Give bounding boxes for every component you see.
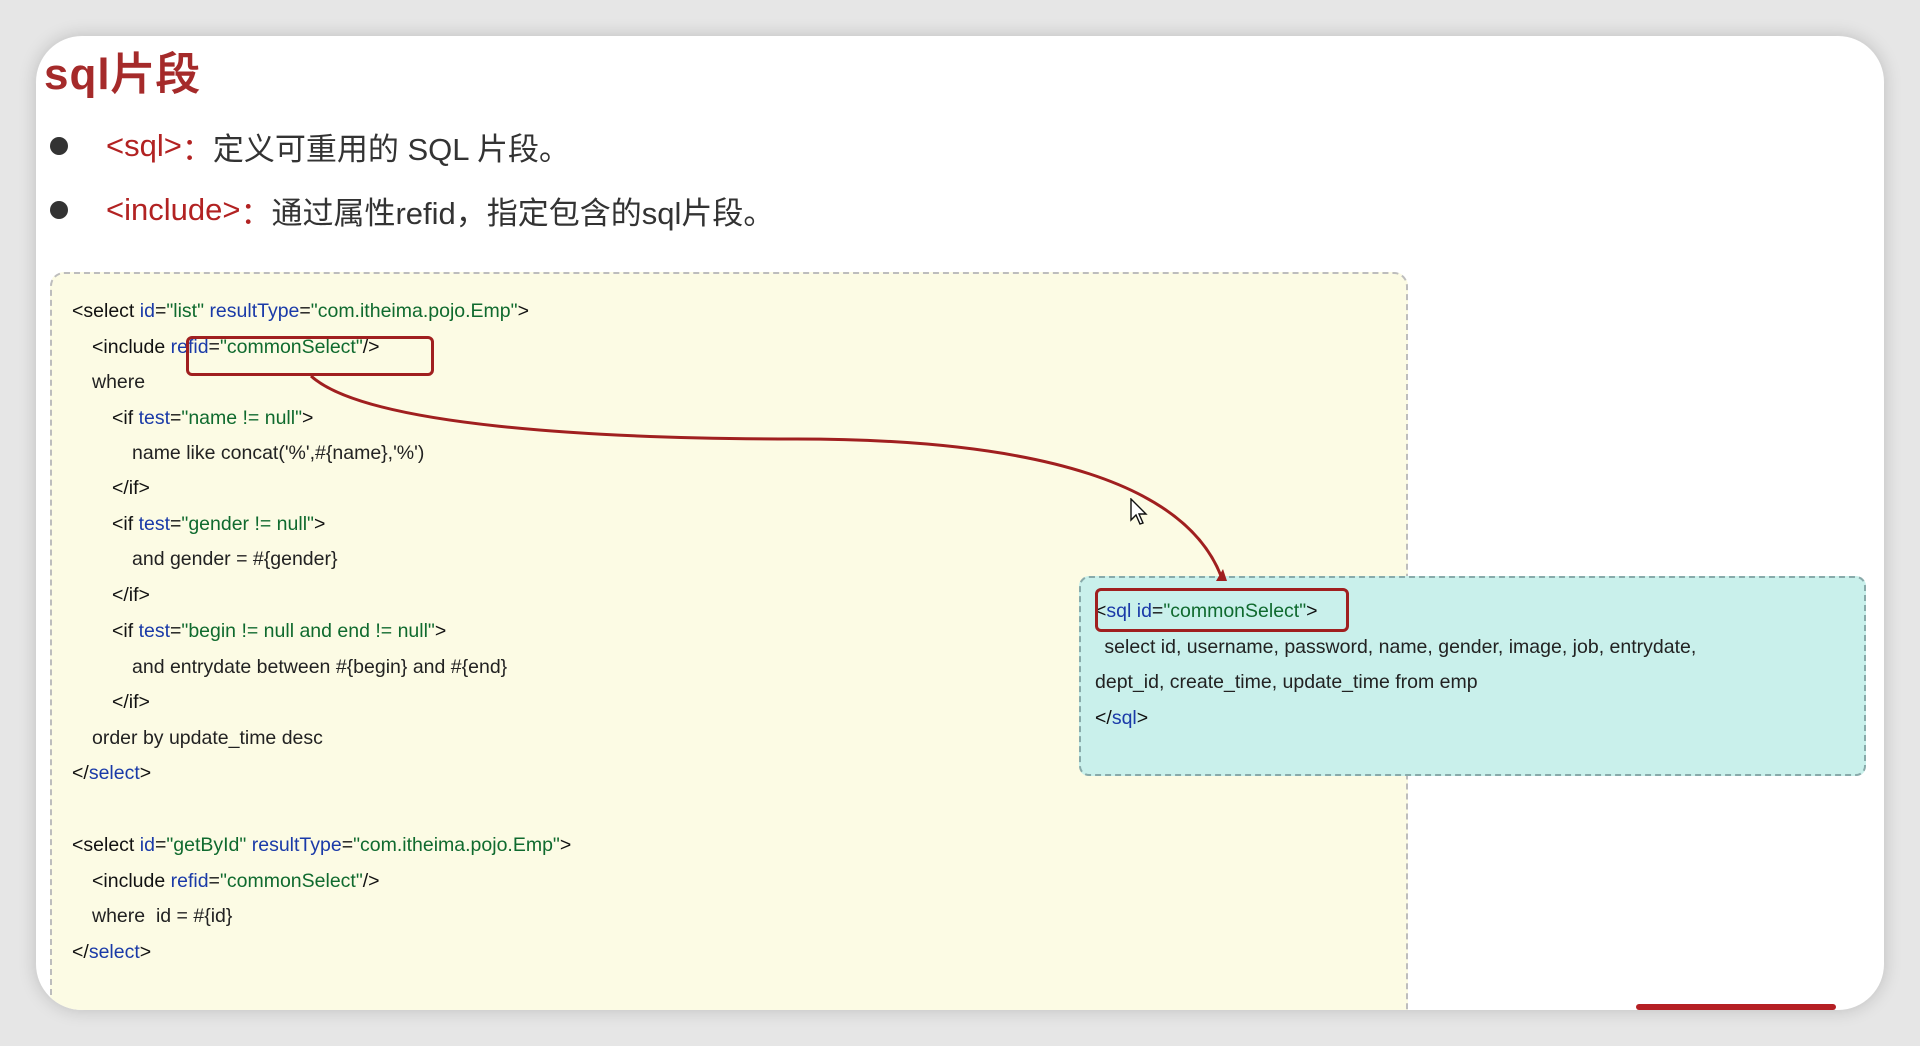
sql-token: </ [1095, 707, 1112, 729]
code-line: <select id="getById" resultType="com.ith… [72, 832, 571, 858]
code-token: = [170, 620, 182, 642]
code-token: test [138, 620, 170, 642]
code-token: where id = #{id} [92, 905, 233, 927]
code-token: "com.itheima.pojo.Emp" [310, 300, 518, 322]
code-line: <select id="list" resultType="com.itheim… [72, 298, 529, 324]
code-token: </ [72, 941, 89, 963]
code-line: <include refid="commonSelect"/> [92, 868, 380, 894]
code-line: and gender = #{gender} [132, 546, 337, 572]
code-token: > [434, 620, 447, 642]
code-line: </if> [112, 689, 150, 715]
code-token: test [138, 407, 170, 429]
code-line: where [92, 369, 145, 395]
code-token: <include [92, 870, 171, 892]
code-token: = [170, 513, 182, 535]
code-token: and entrydate between #{begin} and #{end… [132, 656, 508, 678]
code-token: id [139, 834, 155, 856]
bullet-separator: ： [181, 131, 213, 167]
refid-highlight [186, 336, 434, 376]
code-token: = [154, 300, 167, 322]
sql-id-highlight [1095, 588, 1349, 632]
code-token: where [92, 371, 146, 393]
code-token: name like concat('%',#{name},'%') [132, 442, 425, 464]
sql-token: select id, username, password, name, gen… [1099, 636, 1697, 658]
bullet-separator: ： [240, 195, 272, 231]
code-token: = [170, 407, 182, 429]
code-token: > [139, 941, 152, 963]
code-token: "com.itheima.pojo.Emp" [353, 834, 560, 856]
code-line: where id = #{id} [92, 903, 232, 929]
code-line: </select> [72, 939, 151, 965]
bullet-dot-icon [50, 201, 68, 219]
code-token: <include [92, 336, 171, 358]
code-token: > [517, 300, 529, 322]
code-token: <if [112, 513, 139, 535]
slide-title: sql片段 [44, 50, 201, 99]
code-token: = [341, 834, 354, 856]
code-token: > [313, 513, 326, 535]
code-token: > [559, 834, 572, 856]
sql-token: dept_id, create_time, update_time from e… [1095, 671, 1478, 693]
code-line: </select> [72, 760, 151, 786]
code-token: <select [72, 834, 140, 856]
code-line: and entrydate between #{begin} and #{end… [132, 654, 507, 680]
mouse-cursor-icon [1130, 498, 1148, 525]
code-token: "name != null" [181, 407, 303, 429]
code-token: "gender != null" [181, 513, 314, 535]
code-token: </if> [112, 584, 150, 606]
sql-line: dept_id, create_time, update_time from e… [1095, 669, 1478, 695]
code-token: = [154, 834, 167, 856]
code-token: refid [170, 870, 209, 892]
sql-line: </sql> [1095, 705, 1148, 731]
code-token: "commonSelect" [219, 870, 363, 892]
code-token: </if> [112, 477, 150, 499]
code-token: resultType [251, 834, 342, 856]
code-token: "list" [166, 300, 205, 322]
code-token: <select [72, 300, 140, 322]
code-token: </ [72, 762, 89, 784]
code-token: > [302, 407, 314, 429]
code-token: test [138, 513, 170, 535]
code-token: <if [112, 407, 139, 429]
code-line: name like concat('%',#{name},'%') [132, 440, 424, 466]
code-line: </if> [112, 475, 150, 501]
corner-accent-bar [1636, 1004, 1836, 1010]
bullet-tag: <sql> [106, 128, 182, 163]
code-token: and gender = #{gender} [132, 548, 338, 570]
code-line: <if test="gender != null"> [112, 511, 325, 537]
sql-token: sql [1111, 707, 1137, 729]
sql-token: > [1136, 707, 1149, 729]
code-token: </if> [112, 691, 150, 713]
code-token: resultType [209, 300, 300, 322]
code-token: select [88, 941, 140, 963]
code-token: "getById" [166, 834, 247, 856]
slide: sql片段 <sql> ： 定义可重用的 SQL 片段。 <include> ：… [36, 36, 1884, 1010]
code-token: "begin != null and end != null" [181, 620, 435, 642]
code-token: select [88, 762, 140, 784]
code-token: > [139, 762, 152, 784]
code-line: order by update_time desc [92, 725, 323, 751]
bullet-description: 定义可重用的 SQL 片段。 [212, 131, 570, 167]
code-token: = [208, 870, 220, 892]
code-token: /> [362, 870, 380, 892]
code-line: <if test="begin != null and end != null"… [112, 618, 446, 644]
code-token: id [139, 300, 155, 322]
code-token: = [299, 300, 311, 322]
bullet-tag: <include> [106, 192, 241, 227]
bullet-include: <include> ： 通过属性refid，指定包含的sql片段。 [50, 186, 774, 234]
sql-line: select id, username, password, name, gen… [1099, 634, 1696, 660]
code-token: order by update_time desc [92, 727, 323, 749]
code-line: </if> [112, 582, 150, 608]
bullet-description: 通过属性refid，指定包含的sql片段。 [271, 195, 775, 231]
bullet-sql: <sql> ： 定义可重用的 SQL 片段。 [50, 122, 570, 170]
code-line: <if test="name != null"> [112, 405, 313, 431]
code-token: <if [112, 620, 139, 642]
bullet-dot-icon [50, 137, 68, 155]
